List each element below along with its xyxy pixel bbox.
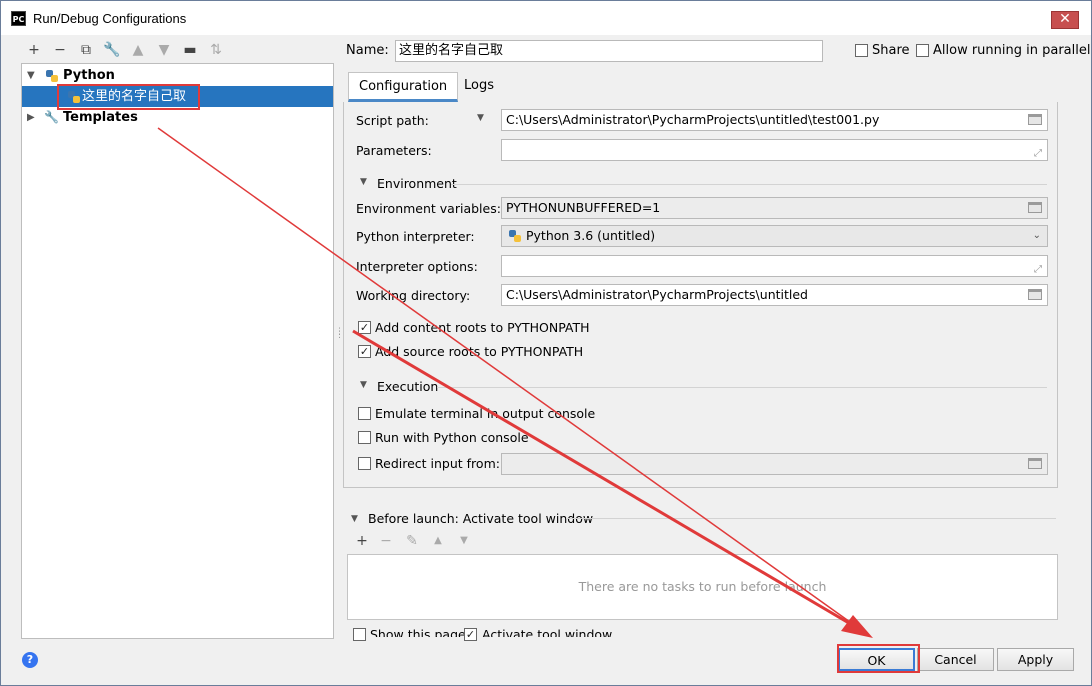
configuration-panel: Script path: ▼ C:\Users\Administrator\Py… bbox=[343, 102, 1058, 488]
title-bar: PC Run/Debug Configurations ✕ bbox=[1, 1, 1091, 35]
move-up-icon[interactable]: ▲ bbox=[129, 41, 147, 59]
pycharm-app-icon: PC bbox=[11, 11, 26, 26]
script-path-label: Script path: bbox=[356, 113, 429, 128]
chevron-down-icon[interactable]: ▼ bbox=[360, 380, 367, 390]
show-page-label: Show this page bbox=[370, 627, 466, 637]
expand-icon[interactable]: ⤢ bbox=[1034, 144, 1042, 164]
annotation-highlight-ok bbox=[837, 644, 920, 673]
move-down-icon[interactable]: ▼ bbox=[455, 532, 473, 550]
tab-configuration[interactable]: Configuration bbox=[348, 72, 459, 102]
tree-label-templates: Templates bbox=[63, 110, 138, 125]
tree-label-python: Python bbox=[63, 68, 115, 83]
name-input[interactable]: 这里的名字自己取 bbox=[395, 40, 823, 62]
folder-icon[interactable] bbox=[1028, 289, 1042, 300]
parallel-checkbox[interactable] bbox=[916, 44, 929, 57]
parallel-label: Allow running in parallel bbox=[933, 43, 1091, 58]
chevron-right-icon[interactable]: ▶ bbox=[27, 107, 35, 128]
interp-options-label: Interpreter options: bbox=[356, 259, 478, 274]
tree-item-python[interactable]: ▼ Python bbox=[22, 65, 333, 86]
add-icon[interactable]: + bbox=[25, 41, 43, 59]
before-launch-task-list: There are no tasks to run before launch bbox=[347, 554, 1058, 620]
move-up-icon[interactable]: ▲ bbox=[429, 532, 447, 550]
add-source-roots-checkbox[interactable]: ✓ bbox=[358, 345, 371, 358]
before-launch-title: Before launch: Activate tool window bbox=[368, 511, 594, 526]
redirect-input-field[interactable] bbox=[501, 453, 1048, 475]
execution-section-title: Execution bbox=[377, 379, 439, 394]
folder-icon[interactable] bbox=[1028, 114, 1042, 125]
script-path-value: C:\Users\Administrator\PycharmProjects\u… bbox=[506, 112, 880, 127]
environment-section-title: Environment bbox=[377, 176, 457, 191]
working-dir-field[interactable]: C:\Users\Administrator\PycharmProjects\u… bbox=[501, 284, 1048, 306]
new-folder-icon[interactable]: ▬ bbox=[181, 41, 199, 59]
add-content-roots-checkbox[interactable]: ✓ bbox=[358, 321, 371, 334]
remove-icon[interactable]: − bbox=[51, 41, 69, 59]
wrench-icon: 🔧 bbox=[44, 110, 59, 124]
working-dir-label: Working directory: bbox=[356, 288, 471, 303]
close-button[interactable]: ✕ bbox=[1051, 11, 1079, 29]
wrench-icon[interactable]: 🔧 bbox=[103, 41, 121, 59]
run-with-console-checkbox[interactable] bbox=[358, 431, 371, 444]
config-tabs: Configuration Logs bbox=[346, 72, 1058, 102]
emulate-terminal-checkbox[interactable] bbox=[358, 407, 371, 420]
folder-icon[interactable] bbox=[1028, 458, 1042, 469]
apply-button[interactable]: Apply bbox=[997, 648, 1074, 671]
activate-window-label: Activate tool window bbox=[482, 627, 613, 637]
show-page-checkbox[interactable] bbox=[353, 628, 366, 641]
chevron-down-icon[interactable]: ⌄ bbox=[1033, 226, 1041, 246]
expand-icon[interactable]: ⤢ bbox=[1034, 260, 1042, 280]
redirect-input-checkbox[interactable] bbox=[358, 457, 371, 470]
sort-icon[interactable]: ⇅ bbox=[207, 41, 225, 59]
chevron-down-icon[interactable]: ▼ bbox=[477, 113, 484, 123]
parameters-field[interactable]: ⤢ bbox=[501, 139, 1048, 161]
edit-icon[interactable]: ✎ bbox=[403, 532, 421, 550]
share-label: Share bbox=[872, 43, 910, 58]
divider bbox=[451, 184, 1047, 185]
chevron-down-icon[interactable]: ▼ bbox=[27, 65, 35, 86]
remove-icon[interactable]: − bbox=[377, 532, 395, 550]
env-vars-value: PYTHONUNBUFFERED=1 bbox=[506, 200, 661, 215]
redirect-input-label: Redirect input from: bbox=[375, 456, 500, 471]
activate-window-checkbox[interactable]: ✓ bbox=[464, 628, 477, 641]
interpreter-value: Python 3.6 (untitled) bbox=[526, 228, 656, 243]
chevron-down-icon[interactable]: ▼ bbox=[351, 514, 358, 524]
add-source-roots-label: Add source roots to PYTHONPATH bbox=[375, 344, 584, 359]
parameters-label: Parameters: bbox=[356, 143, 432, 158]
emulate-terminal-label: Emulate terminal in output console bbox=[375, 406, 596, 421]
add-icon[interactable]: + bbox=[353, 532, 371, 550]
folder-icon[interactable] bbox=[1028, 202, 1042, 213]
tree-item-templates[interactable]: ▶ 🔧 Templates bbox=[22, 107, 333, 128]
divider bbox=[566, 518, 1056, 519]
chevron-down-icon[interactable]: ▼ bbox=[360, 177, 367, 187]
empty-tasks-text: There are no tasks to run before launch bbox=[578, 579, 827, 594]
interpreter-label: Python interpreter: bbox=[356, 229, 475, 244]
tab-logs[interactable]: Logs bbox=[454, 72, 504, 102]
python-icon bbox=[509, 230, 521, 242]
move-down-icon[interactable]: ▼ bbox=[155, 41, 173, 59]
share-checkbox[interactable] bbox=[855, 44, 868, 57]
add-content-roots-label: Add content roots to PYTHONPATH bbox=[375, 320, 590, 335]
run-with-console-label: Run with Python console bbox=[375, 430, 529, 445]
interpreter-select[interactable]: Python 3.6 (untitled) ⌄ bbox=[501, 225, 1048, 247]
working-dir-value: C:\Users\Administrator\PycharmProjects\u… bbox=[506, 287, 808, 302]
copy-icon[interactable]: ⧉ bbox=[77, 41, 95, 59]
cancel-button[interactable]: Cancel bbox=[917, 648, 994, 671]
annotation-highlight-config bbox=[57, 84, 200, 110]
config-tree: ▼ Python 这里的名字自己取 ▶ 🔧 Templates bbox=[21, 63, 334, 639]
env-vars-field[interactable]: PYTHONUNBUFFERED=1 bbox=[501, 197, 1048, 219]
window-title: Run/Debug Configurations bbox=[33, 11, 187, 26]
python-icon bbox=[46, 70, 58, 82]
env-vars-label: Environment variables: bbox=[356, 201, 501, 216]
name-label: Name: bbox=[346, 43, 389, 58]
interp-options-field[interactable]: ⤢ bbox=[501, 255, 1048, 277]
script-path-field[interactable]: C:\Users\Administrator\PycharmProjects\u… bbox=[501, 109, 1048, 131]
help-icon[interactable]: ? bbox=[22, 652, 38, 668]
divider bbox=[437, 387, 1047, 388]
run-debug-dialog: PC Run/Debug Configurations ✕ + − ⧉ 🔧 ▲ … bbox=[0, 0, 1092, 686]
